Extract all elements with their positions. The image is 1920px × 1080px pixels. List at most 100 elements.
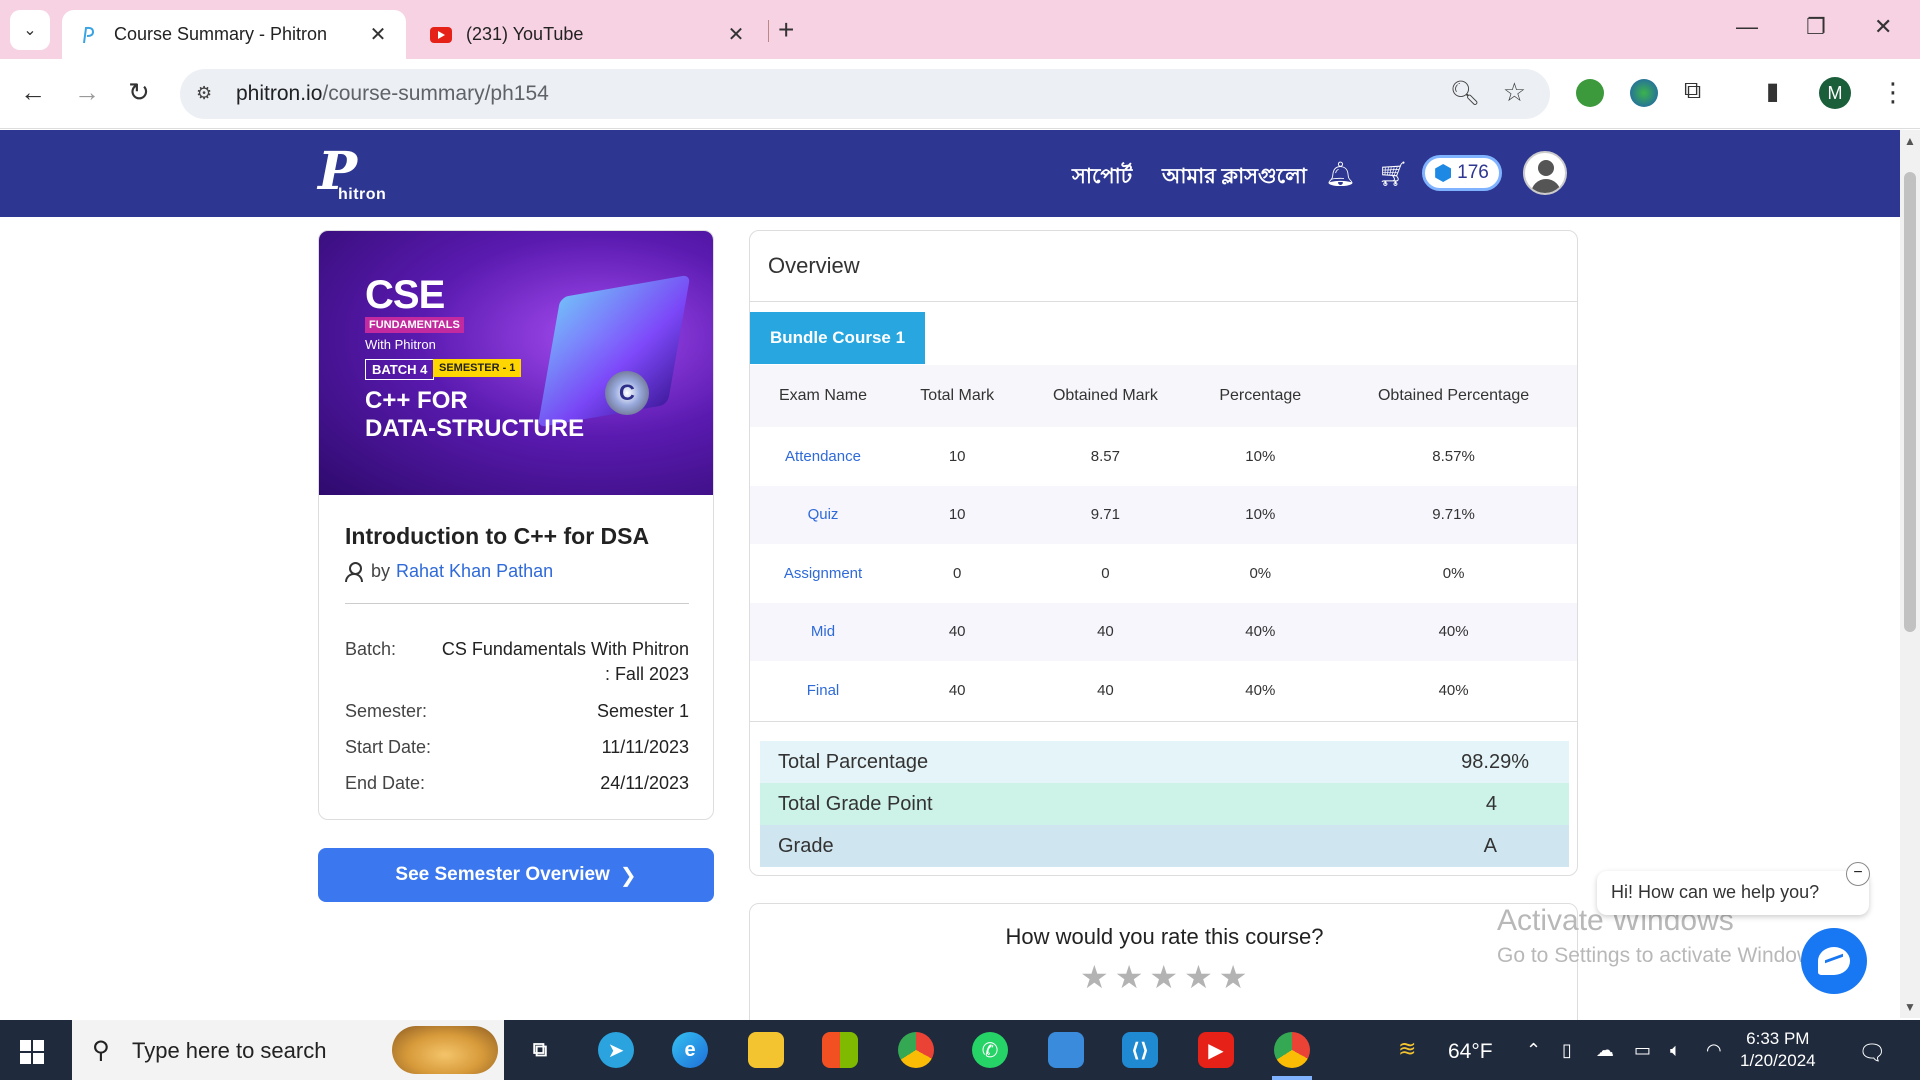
total-percentage-row: Total Parcentage 98.29%: [760, 741, 1569, 783]
chrome-profile-icon[interactable]: [1274, 1032, 1310, 1068]
table-cell: 0%: [1249, 564, 1272, 582]
table-cell: 9.71%: [1328, 485, 1577, 544]
close-tab-icon[interactable]: ✕: [366, 22, 390, 47]
tray-expand-icon[interactable]: ⌃: [1526, 1040, 1541, 1061]
task-view-icon[interactable]: ⧉: [522, 1032, 558, 1068]
star-rating[interactable]: ★ ★ ★ ★ ★: [1080, 958, 1247, 996]
start-date-value: 11/11/2023: [601, 737, 689, 757]
battery-icon[interactable]: ▭: [1634, 1040, 1651, 1061]
address-bar[interactable]: ⚙ phitron.io/course-summary/ph154 🔍︎ ☆: [180, 69, 1550, 119]
site-header: P hitron সাপোর্ট আমার ক্লাসগুলো 🔔︎ 🛒︎ 17…: [0, 130, 1900, 217]
file-explorer-icon[interactable]: [748, 1032, 784, 1068]
semester-value: Semester 1: [596, 701, 689, 721]
star-icon[interactable]: ★: [1219, 958, 1248, 996]
store-icon[interactable]: [822, 1032, 858, 1068]
restore-icon[interactable]: ❐: [1806, 14, 1826, 40]
reload-icon[interactable]: ↻: [128, 77, 150, 108]
star-icon[interactable]: ★: [1080, 958, 1109, 996]
youtube-app-icon[interactable]: ▶: [1198, 1032, 1234, 1068]
vscode-icon[interactable]: ⟨⟩: [1122, 1032, 1158, 1068]
notifications-icon[interactable]: 🗨︎: [1858, 1040, 1886, 1066]
weather-icon[interactable]: ≋: [1398, 1036, 1416, 1062]
close-window-icon[interactable]: ✕: [1874, 14, 1892, 40]
chat-minimize-icon[interactable]: −: [1846, 862, 1870, 886]
nav-support[interactable]: সাপোর্ট: [1072, 160, 1132, 195]
extension-globe-icon[interactable]: [1630, 79, 1658, 107]
profile-avatar[interactable]: M: [1819, 77, 1851, 109]
cart-icon[interactable]: 🛒︎: [1378, 160, 1408, 189]
wifi-icon[interactable]: ◠: [1706, 1040, 1722, 1061]
exam-name-link[interactable]: Assignment: [750, 544, 896, 603]
chat-greeting-bubble[interactable]: Hi! How can we help you?: [1597, 871, 1869, 915]
extension-plus-icon[interactable]: [1576, 79, 1604, 107]
see-semester-overview-button[interactable]: See Semester Overview ❯: [318, 848, 714, 902]
whatsapp-icon[interactable]: ✆: [972, 1032, 1008, 1068]
browser-tab-strip: ⌄ Course Summary - Phitron ✕ (231) YouTu…: [0, 0, 1920, 59]
extensions-puzzle-icon[interactable]: ⧉: [1684, 77, 1701, 105]
clock-date: 1/20/2024: [1740, 1051, 1816, 1070]
telegram-icon[interactable]: ➤: [598, 1032, 634, 1068]
page-scrollbar[interactable]: ▲ ▼: [1900, 130, 1920, 1018]
site-info-icon[interactable]: ⚙: [196, 83, 218, 105]
star-icon[interactable]: ★: [1184, 958, 1213, 996]
banner-with: With Phitron: [365, 337, 436, 352]
star-icon[interactable]: ★: [1115, 958, 1144, 996]
col-exam-name: Exam Name: [750, 365, 896, 427]
messenger-button[interactable]: [1801, 928, 1867, 994]
star-icon[interactable]: ★: [1149, 958, 1178, 996]
windows-start-icon[interactable]: [20, 1040, 44, 1064]
banner-headline: CSE: [365, 273, 445, 317]
bookmark-star-icon[interactable]: ☆: [1503, 77, 1526, 108]
tray-device-icon[interactable]: ▯: [1562, 1040, 1572, 1061]
phitron-logo[interactable]: P hitron: [318, 146, 398, 204]
forward-icon[interactable]: →: [74, 77, 100, 108]
new-tab-icon[interactable]: +: [778, 14, 794, 46]
exam-name-link[interactable]: Mid: [750, 602, 896, 661]
exam-name-link[interactable]: Quiz: [750, 485, 896, 544]
logo-word: hitron: [338, 186, 387, 203]
by-label: by: [371, 561, 391, 581]
weather-temperature[interactable]: 64°F: [1448, 1040, 1493, 1064]
banner-course-name: C++ FOR DATA-STRUCTURE: [365, 387, 584, 443]
table-cell: 40%: [1192, 602, 1329, 661]
batch-label: Batch:: [345, 639, 397, 659]
tab-youtube[interactable]: (231) YouTube ✕: [414, 10, 764, 59]
tab-search-button[interactable]: ⌄: [10, 10, 50, 50]
taskbar-clock[interactable]: 6:33 PM 1/20/2024: [1740, 1028, 1816, 1072]
side-panel-icon[interactable]: ▮: [1766, 77, 1779, 106]
table-cell: 40: [948, 681, 966, 699]
banner-semester: SEMESTER - 1: [433, 359, 522, 377]
back-icon[interactable]: ←: [20, 77, 46, 108]
tab-course-summary[interactable]: Course Summary - Phitron ✕: [62, 10, 406, 59]
user-avatar[interactable]: [1523, 151, 1567, 195]
close-tab-icon[interactable]: ✕: [724, 22, 748, 47]
zoom-icon[interactable]: 🔍︎: [1450, 79, 1480, 108]
col-obtained-mark: Obtained Mark: [1018, 365, 1193, 427]
chevron-right-icon: ❯: [619, 864, 637, 887]
nav-my-classes[interactable]: আমার ক্লাসগুলো: [1162, 160, 1307, 195]
scroll-down-icon[interactable]: ▼: [1904, 1000, 1916, 1014]
browser-menu-icon[interactable]: ⋮: [1880, 77, 1906, 108]
edge-icon[interactable]: e: [672, 1032, 708, 1068]
table-row: Final 40 40 40% 40%: [750, 661, 1577, 720]
onedrive-icon[interactable]: ☁: [1596, 1040, 1614, 1061]
exam-name-link[interactable]: Attendance: [750, 427, 896, 486]
meet-icon[interactable]: [1048, 1032, 1084, 1068]
clock-time: 6:33 PM: [1746, 1029, 1810, 1048]
scroll-up-icon[interactable]: ▲: [1904, 134, 1916, 148]
minimize-icon[interactable]: —: [1736, 14, 1758, 40]
course-banner: C CSE FUNDAMENTALS With Phitron BATCH 4 …: [319, 231, 713, 495]
coins-badge[interactable]: 176: [1422, 155, 1502, 191]
volume-icon[interactable]: 🔈︎: [1670, 1040, 1681, 1061]
tab-bundle-course-1[interactable]: Bundle Course 1: [750, 312, 925, 364]
overview-title: Overview: [768, 253, 860, 278]
chrome-icon[interactable]: [898, 1032, 934, 1068]
bell-icon[interactable]: 🔔︎: [1325, 160, 1355, 189]
taskbar-search[interactable]: ⚲ Type here to search: [72, 1020, 504, 1080]
exam-name-link[interactable]: Final: [750, 661, 896, 720]
instructor-link[interactable]: Rahat Khan Pathan: [396, 561, 553, 582]
url-text[interactable]: phitron.io/course-summary/ph154: [236, 82, 549, 106]
tab-title: (231) YouTube: [466, 24, 584, 44]
scrollbar-thumb[interactable]: [1904, 172, 1916, 632]
table-row: Quiz 10 9.71 10% 9.71%: [750, 485, 1577, 544]
